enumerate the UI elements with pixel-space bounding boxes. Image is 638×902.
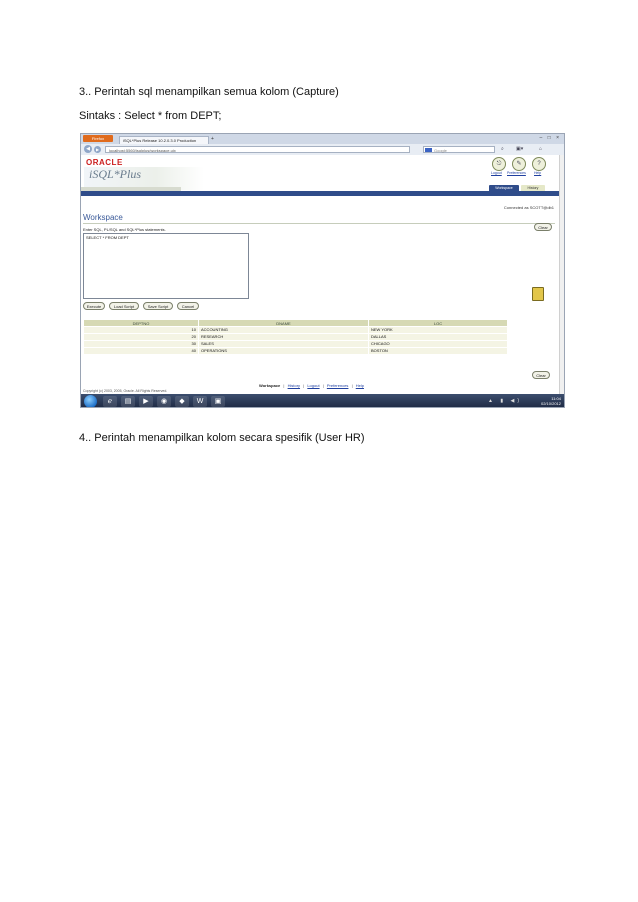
oracle-logo: ORACLE [86, 158, 123, 167]
table-row: 40 OPERATIONS BOSTON [83, 347, 508, 355]
header-band [81, 191, 564, 196]
connection-status: Connected as SCOTT@db1 [503, 205, 554, 210]
table-header-row: DEPTNO DNAME LOC [83, 319, 508, 327]
cell-loc: NEW YORK [368, 326, 508, 334]
doc-heading-3: 3.. Perintah sql menampilkan semua kolom… [79, 86, 339, 98]
product-logo: iSQL*Plus [89, 167, 142, 181]
start-button[interactable] [84, 395, 97, 407]
copyright-text: Copyright (c) 2003, 2005, Oracle. All Ri… [83, 389, 168, 393]
cell-loc: BOSTON [368, 347, 508, 355]
save-script-button[interactable]: Save Script [143, 302, 173, 310]
cell-loc: CHICAGO [368, 340, 508, 348]
cell-dname: SALES [198, 340, 369, 348]
execute-button[interactable]: Execute [83, 302, 105, 310]
cell-deptno: 40 [83, 347, 199, 355]
statement-label: Enter SQL, PL/SQL and SQL*Plus statement… [83, 227, 166, 232]
explorer-icon[interactable]: ▤ [121, 396, 135, 407]
page-title: Workspace [83, 213, 123, 222]
notepad-icon [532, 287, 544, 301]
logout-link[interactable]: Logout [491, 171, 502, 175]
cell-dname: ACCOUNTING [198, 326, 369, 334]
word-icon[interactable]: W [193, 396, 207, 407]
clear-button[interactable]: Clear [534, 223, 552, 231]
back-icon[interactable]: ◀ [84, 145, 92, 153]
column-header: DNAME [198, 319, 369, 327]
clock[interactable]: 11:04 02/10/2012 [541, 396, 561, 406]
cell-deptno: 10 [83, 326, 199, 334]
table-row: 10 ACCOUNTING NEW YORK [83, 326, 508, 334]
forward-icon[interactable]: ▶ [94, 146, 101, 153]
load-script-button[interactable]: Load Script [109, 302, 139, 310]
screenshot-capture: Firefox iSQL*Plus Release 10.2.0.3.0 Pro… [80, 133, 565, 408]
cell-deptno: 30 [83, 340, 199, 348]
bookmarks-icon[interactable]: ▣▾ [516, 146, 523, 152]
taskbar: ℯ ▤ ▶ ◉ ◆ W ▣ ▲ ▮ ◀) 11:04 02/10/2012 [81, 394, 564, 407]
cell-dname: OPERATIONS [198, 347, 369, 355]
doc-heading-4: 4.. Perintah menampilkan kolom secara sp… [79, 432, 365, 444]
app-icon[interactable]: ◆ [175, 396, 189, 407]
footer-workspace: Workspace [259, 383, 281, 388]
table-row: 20 RESEARCH DALLAS [83, 333, 508, 341]
firefox-icon[interactable]: ◉ [157, 396, 171, 407]
help-icon[interactable]: ? [532, 157, 546, 171]
url-bar[interactable]: localhost:5560/isqlplus/workspace.uix [105, 146, 410, 153]
ie-icon[interactable]: ℯ [103, 396, 117, 407]
clear-button-bottom[interactable]: Clear [532, 371, 550, 379]
table-row: 30 SALES CHICAGO [83, 340, 508, 348]
logout-icon[interactable]: ⎋ [492, 157, 506, 171]
column-header: DEPTNO [83, 319, 199, 327]
media-player-icon[interactable]: ▶ [139, 396, 153, 407]
cell-deptno: 20 [83, 333, 199, 341]
footer-help-link[interactable]: Help [356, 383, 364, 388]
google-icon [425, 148, 432, 152]
sql-input[interactable]: SELECT * FROM DEPT [83, 233, 249, 299]
new-tab-icon[interactable]: + [211, 136, 214, 142]
footer-history-link[interactable]: History [288, 383, 300, 388]
cell-loc: DALLAS [368, 333, 508, 341]
title-divider [83, 223, 555, 224]
search-input[interactable]: Google [423, 146, 495, 153]
cell-dname: RESEARCH [198, 333, 369, 341]
browser-titlebar: Firefox iSQL*Plus Release 10.2.0.3.0 Pro… [81, 134, 564, 144]
results-table: DEPTNO DNAME LOC 10 ACCOUNTING NEW YORK … [83, 319, 508, 355]
footer-logout-link[interactable]: Logout [307, 383, 319, 388]
doc-syntax-line: Sintaks : Select * from DEPT; [79, 110, 222, 122]
page-scrollbar[interactable] [559, 155, 564, 395]
search-icon[interactable]: ⌕ [501, 146, 504, 152]
help-link[interactable]: Help [534, 171, 541, 175]
window-icon[interactable]: ▣ [211, 396, 225, 407]
preferences-link[interactable]: Preferences [507, 171, 526, 175]
tray-icons[interactable]: ▲ ▮ ◀) [488, 398, 522, 404]
footer-nav: Workspace | History | Logout | Preferenc… [259, 383, 364, 388]
browser-tab[interactable]: iSQL*Plus Release 10.2.0.3.0 Production [119, 136, 209, 144]
window-controls[interactable]: – □ × [540, 135, 562, 141]
home-icon[interactable]: ⌂ [539, 146, 542, 152]
preferences-icon[interactable]: ✎ [512, 157, 526, 171]
firefox-menu-button[interactable]: Firefox [83, 135, 113, 142]
footer-preferences-link[interactable]: Preferences [327, 383, 349, 388]
cancel-button[interactable]: Cancel [177, 302, 199, 310]
column-header: LOC [368, 319, 508, 327]
